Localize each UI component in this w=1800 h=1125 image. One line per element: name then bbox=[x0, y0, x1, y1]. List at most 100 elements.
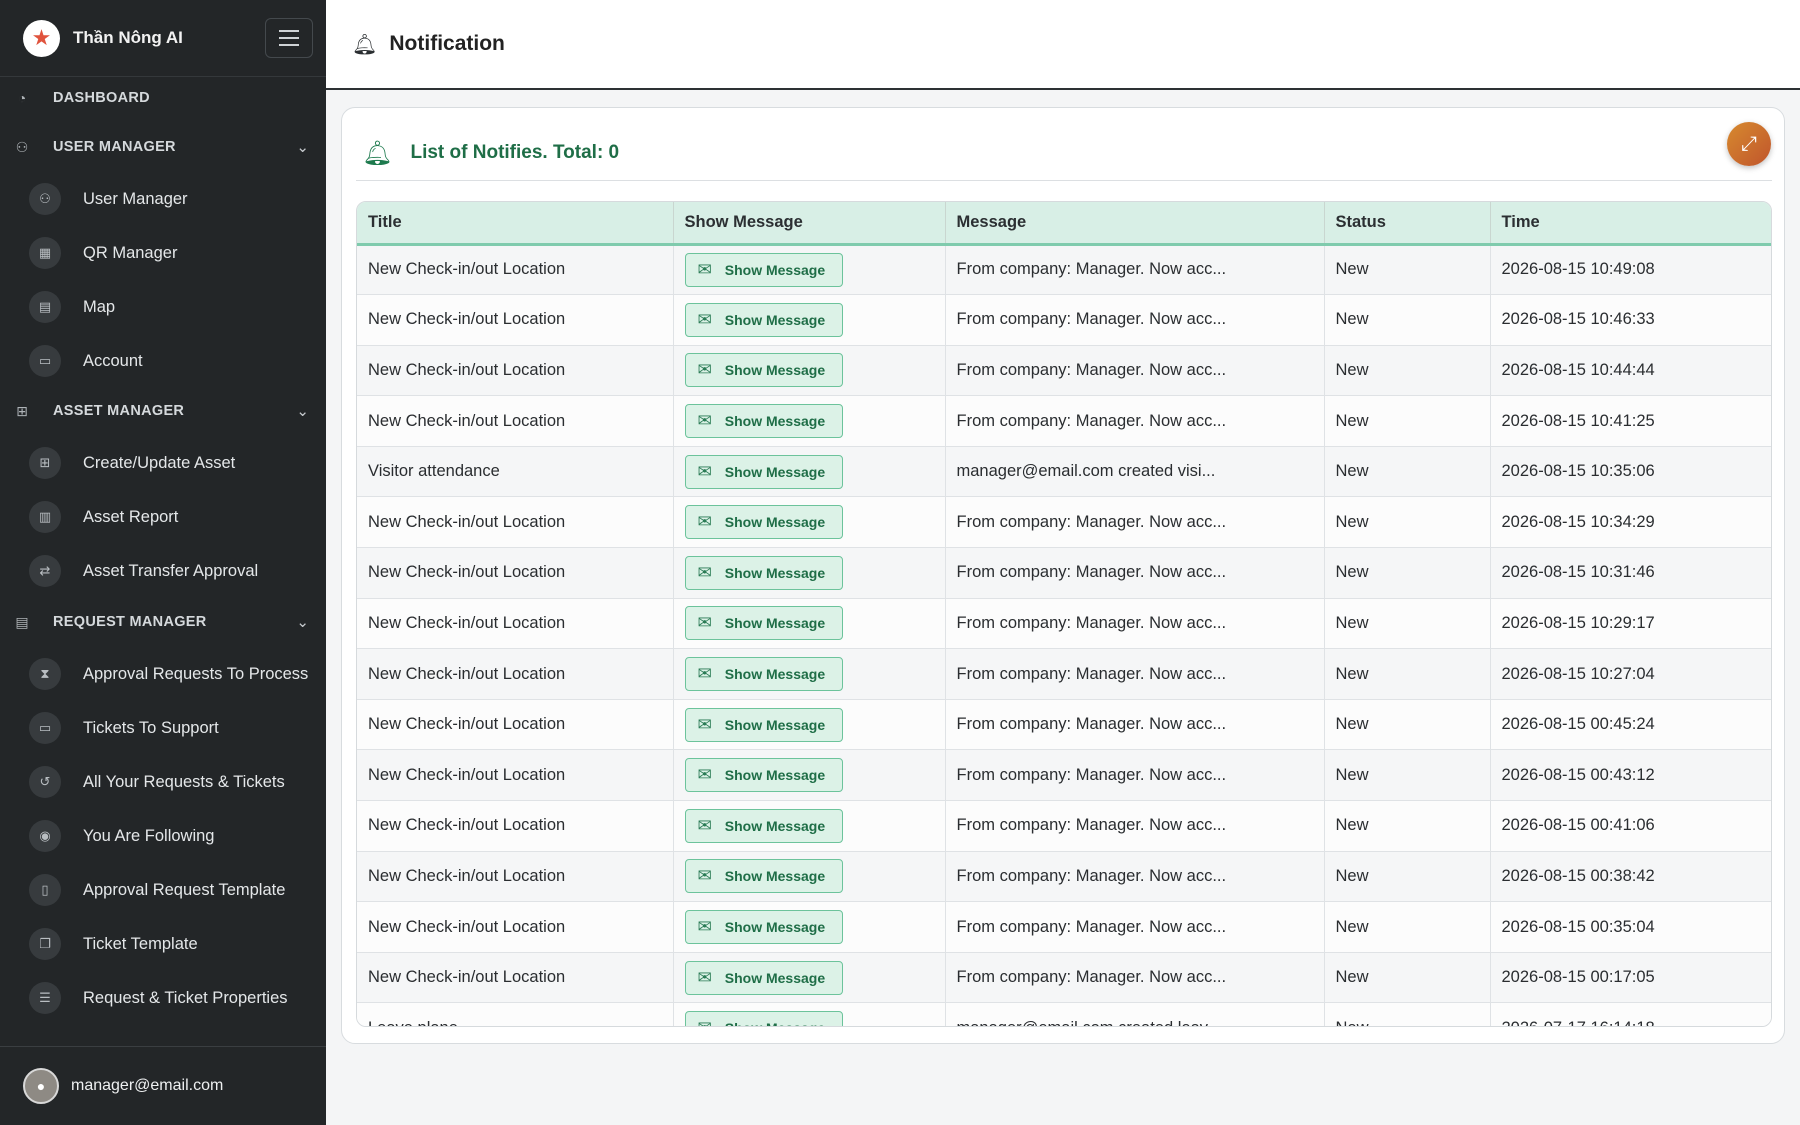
show-message-button[interactable]: ✉ Show Message bbox=[684, 758, 843, 793]
users-icon: ⚇ bbox=[29, 183, 61, 215]
card-title: List of Notifies. Total: 0 bbox=[410, 142, 620, 163]
sidebar-item-approval-template[interactable]: ▯ Approval Request Template bbox=[0, 867, 326, 913]
show-message-label: Show Message bbox=[724, 716, 826, 733]
table-row[interactable]: New Check-in/out Location ✉ Show Message Fr… bbox=[357, 800, 1771, 852]
bell-icon: 🔔︎ bbox=[352, 33, 378, 56]
transfer-icon: ⇄ bbox=[29, 555, 61, 587]
show-message-button[interactable]: ✉ Show Message bbox=[684, 657, 843, 692]
show-message-label: Show Message bbox=[724, 514, 826, 531]
table-row[interactable]: New Check-in/out Location ✉ Show Message Fr… bbox=[357, 395, 1771, 447]
cell-message: From company: Manager. Now acc... bbox=[945, 294, 1325, 346]
user-profile[interactable]: ● manager@email.com bbox=[0, 1046, 326, 1125]
cell-title: New Check-in/out Location bbox=[357, 901, 674, 953]
section-user-manager[interactable]: ⚇ USER MANAGER ⌄ bbox=[0, 127, 326, 167]
sidebar-item-request-ticket-properties[interactable]: ☰ Request & Ticket Properties bbox=[0, 975, 326, 1021]
table-row[interactable]: New Check-in/out Location ✉ Show Message Fr… bbox=[357, 952, 1771, 1004]
cell-time: 2026-08-15 10:35:06 bbox=[1490, 446, 1771, 498]
sidebar-item-label: Asset Report bbox=[83, 507, 179, 526]
show-message-button[interactable]: ✉ Show Message bbox=[684, 404, 843, 439]
page-title: Notification bbox=[389, 32, 505, 55]
sidebar-item-qr-manager[interactable]: ▦ QR Manager bbox=[0, 230, 326, 276]
table-row[interactable]: New Check-in/out Location ✉ Show Message Fr… bbox=[357, 244, 1771, 296]
show-message-button[interactable]: ✉ Show Message bbox=[684, 707, 843, 742]
show-message-label: Show Message bbox=[724, 261, 826, 278]
sidebar-item-label: Account bbox=[83, 351, 143, 370]
cell-status: New bbox=[1324, 496, 1491, 549]
notifications-table[interactable]: Title Show Message Message Status Time N… bbox=[356, 201, 1772, 1027]
cell-status: New bbox=[1324, 395, 1491, 447]
cell-message: From company: Manager. Now acc... bbox=[945, 901, 1325, 953]
expand-button[interactable]: ⤢ bbox=[1727, 122, 1771, 166]
table-row[interactable]: Visitor attendance ✉ Show Message manager@e… bbox=[357, 446, 1771, 498]
show-message-button[interactable]: ✉ Show Message bbox=[684, 1011, 843, 1026]
cell-message: From company: Manager. Now acc... bbox=[945, 749, 1325, 802]
show-message-button[interactable]: ✉ Show Message bbox=[684, 353, 843, 388]
show-message-button[interactable]: ✉ Show Message bbox=[684, 960, 843, 995]
show-message-button[interactable]: ✉ Show Message bbox=[684, 454, 843, 489]
cell-message: From company: Manager. Now acc... bbox=[945, 345, 1325, 397]
show-message-label: Show Message bbox=[724, 311, 826, 328]
document-icon: ▯ bbox=[29, 874, 61, 906]
hourglass-icon: ⧗ bbox=[29, 658, 61, 690]
expand-icon: ⤢ bbox=[1741, 132, 1757, 155]
show-message-button[interactable]: ✉ Show Message bbox=[684, 505, 843, 540]
table-row[interactable]: New Check-in/out Location ✉ Show Message Fr… bbox=[357, 345, 1771, 397]
table-row[interactable]: New Check-in/out Location ✉ Show Message Fr… bbox=[357, 598, 1771, 650]
qr-icon: ▦ bbox=[29, 237, 61, 269]
cell-title: New Check-in/out Location bbox=[357, 244, 674, 296]
show-message-button[interactable]: ✉ Show Message bbox=[684, 606, 843, 641]
column-header-time: Time bbox=[1490, 202, 1771, 246]
cell-time: 2026-07-17 16:14:18 bbox=[1490, 1002, 1771, 1026]
show-message-button[interactable]: ✉ Show Message bbox=[684, 252, 843, 287]
envelope-open-icon: ✉ bbox=[697, 967, 712, 987]
sidebar-item-label: QR Manager bbox=[83, 243, 178, 262]
show-message-label: Show Message bbox=[724, 413, 826, 430]
show-message-button[interactable]: ✉ Show Message bbox=[684, 910, 843, 945]
table-row[interactable]: New Check-in/out Location ✉ Show Message Fr… bbox=[357, 496, 1771, 549]
sidebar-item-following[interactable]: ◉ You Are Following bbox=[0, 813, 326, 859]
show-message-button[interactable]: ✉ Show Message bbox=[684, 302, 843, 337]
cell-show-message: ✉ Show Message bbox=[673, 851, 946, 903]
show-message-button[interactable]: ✉ Show Message bbox=[684, 859, 843, 894]
cell-message: manager@email.com created leav... bbox=[945, 1002, 1325, 1026]
table-row[interactable]: New Check-in/out Location ✉ Show Message Fr… bbox=[357, 851, 1771, 903]
sidebar-item-account[interactable]: ▭ Account bbox=[0, 338, 326, 384]
table-row[interactable]: New Check-in/out Location ✉ Show Message Fr… bbox=[357, 547, 1771, 599]
section-asset-manager[interactable]: ⊞ ASSET MANAGER ⌄ bbox=[0, 391, 326, 431]
sidebar-item-tickets-to-support[interactable]: ▭ Tickets To Support bbox=[0, 705, 326, 751]
cell-title: New Check-in/out Location bbox=[357, 345, 674, 397]
sidebar-item-map[interactable]: ▤ Map bbox=[0, 284, 326, 330]
table-row[interactable]: New Check-in/out Location ✉ Show Message Fr… bbox=[357, 901, 1771, 953]
table-row[interactable]: New Check-in/out Location ✉ Show Message Fr… bbox=[357, 699, 1771, 751]
clipboard-icon: ▤ bbox=[15, 613, 29, 630]
cell-time: 2026-08-15 10:31:46 bbox=[1490, 547, 1771, 599]
sidebar-item-asset-report[interactable]: ▥ Asset Report bbox=[0, 494, 326, 540]
show-message-button[interactable]: ✉ Show Message bbox=[684, 808, 843, 843]
user-email: manager@email.com bbox=[71, 1077, 224, 1094]
sidebar-item-asset-transfer-approval[interactable]: ⇄ Asset Transfer Approval bbox=[0, 548, 326, 594]
sidebar-item-create-update-asset[interactable]: ⊞ Create/Update Asset bbox=[0, 440, 326, 486]
table-row[interactable]: Leave plane ✉ Show Message manager@email.co… bbox=[357, 1002, 1771, 1026]
envelope-open-icon: ✉ bbox=[697, 765, 712, 785]
table-row[interactable]: New Check-in/out Location ✉ Show Message Fr… bbox=[357, 749, 1771, 802]
sidebar-item-approval-requests[interactable]: ⧗ Approval Requests To Process bbox=[0, 651, 326, 697]
cell-message: From company: Manager. Now acc... bbox=[945, 244, 1325, 296]
sidebar-item-label: You Are Following bbox=[83, 826, 215, 845]
show-message-label: Show Message bbox=[724, 666, 826, 683]
cell-status: New bbox=[1324, 648, 1491, 700]
sidebar-item-all-requests[interactable]: ↺ All Your Requests & Tickets bbox=[0, 759, 326, 805]
section-request-manager[interactable]: ▤ REQUEST MANAGER ⌄ bbox=[0, 602, 326, 642]
sidebar-item-ticket-template[interactable]: ❐ Ticket Template bbox=[0, 921, 326, 967]
section-dashboard[interactable]: ◔ DASHBOARD bbox=[0, 78, 326, 118]
table-row[interactable]: New Check-in/out Location ✉ Show Message Fr… bbox=[357, 648, 1771, 700]
cell-time: 2026-08-15 00:43:12 bbox=[1490, 749, 1771, 802]
menu-toggle-button[interactable] bbox=[265, 18, 313, 58]
table-row[interactable]: New Check-in/out Location ✉ Show Message Fr… bbox=[357, 294, 1771, 346]
sidebar-item-user-manager[interactable]: ⚇ User Manager bbox=[0, 176, 326, 222]
show-message-button[interactable]: ✉ Show Message bbox=[684, 555, 843, 590]
cell-title: New Check-in/out Location bbox=[357, 699, 674, 751]
show-message-label: Show Message bbox=[724, 969, 826, 986]
cell-show-message: ✉ Show Message bbox=[673, 901, 946, 953]
sidebar-item-label: Map bbox=[83, 297, 116, 316]
cell-show-message: ✉ Show Message bbox=[673, 1002, 946, 1026]
